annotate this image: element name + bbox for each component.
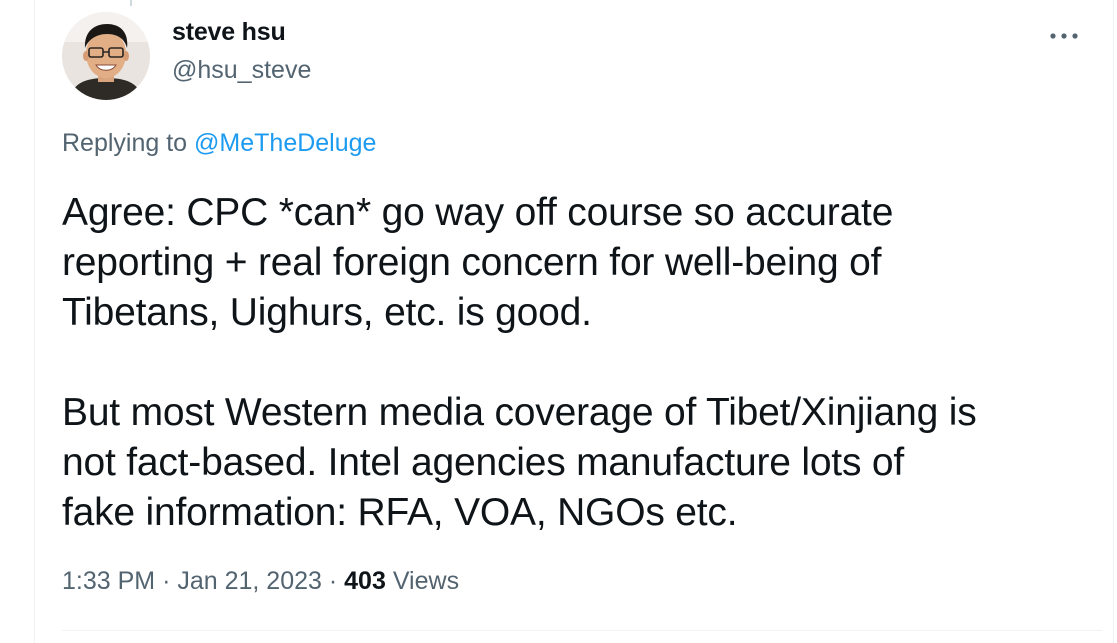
bottom-divider (62, 630, 1102, 631)
tweet-paragraph: But most Western media coverage of Tibet… (62, 391, 977, 534)
replying-prefix: Replying to (62, 129, 188, 157)
tweet-time: 1:33 PM (62, 567, 156, 595)
right-divider (1113, 0, 1114, 643)
tweet-paragraph: Agree: CPC *can* go way off course so ac… (62, 191, 894, 334)
views-link[interactable]: 403 Views (344, 567, 459, 595)
author-name[interactable]: steve hsu (172, 18, 286, 47)
reply-mention-link[interactable]: @MeTheDeluge (194, 129, 376, 157)
tweet-date: Jan 21, 2023 (177, 567, 322, 595)
author-handle[interactable]: @hsu_steve (172, 56, 311, 85)
profile-photo-icon (62, 12, 150, 100)
avatar[interactable] (62, 12, 150, 100)
ellipsis-icon (1050, 33, 1078, 39)
tweet-meta: 1:33 PM · Jan 21, 2023 · 403 Views (62, 567, 459, 596)
replying-to: Replying to @MeTheDeluge (62, 129, 376, 158)
more-options-button[interactable] (1044, 22, 1084, 50)
timestamp-link[interactable]: 1:33 PM · Jan 21, 2023 (62, 567, 322, 595)
views-label: Views (392, 567, 460, 595)
left-divider (34, 0, 35, 643)
separator: · (328, 567, 338, 595)
tweet-text: Agree: CPC *can* go way off course so ac… (62, 188, 1102, 538)
views-count: 403 (344, 567, 386, 595)
thread-connector (130, 0, 132, 6)
separator: · (162, 567, 171, 595)
